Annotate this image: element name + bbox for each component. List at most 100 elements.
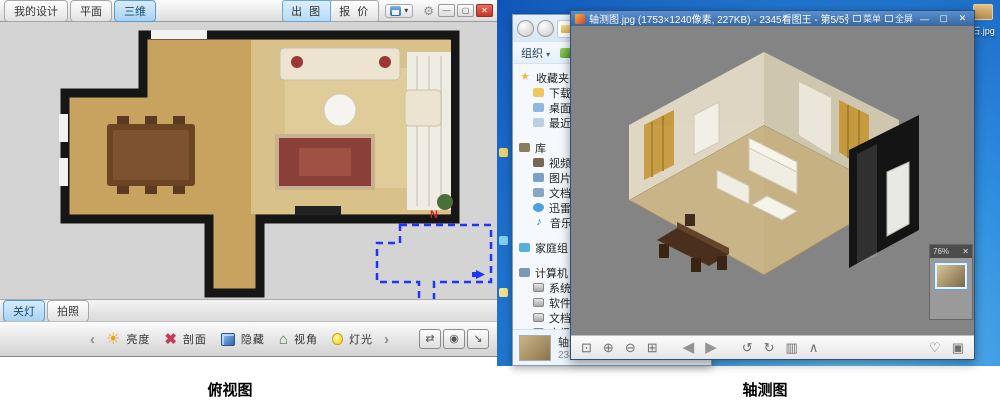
pictures-icon — [533, 173, 544, 182]
desktop-icon — [533, 103, 544, 112]
zoom-in-icon[interactable]: ⊕ — [603, 341, 614, 354]
recent-places-icon — [533, 118, 544, 127]
tab-my-design[interactable]: 我的设计 — [4, 0, 68, 22]
viewer-close-button[interactable]: ✕ — [955, 13, 970, 24]
zoom-out-icon[interactable]: ⊖ — [625, 341, 636, 354]
navigator-close-icon[interactable]: ✕ — [962, 247, 969, 256]
export-button[interactable]: 出 图 — [282, 0, 331, 22]
viewer-image-area[interactable]: 76% ✕ — [571, 26, 974, 337]
cube-icon — [221, 333, 235, 346]
caption-top-view: 俯视图 — [170, 379, 290, 400]
desktop-mini-icon[interactable] — [499, 148, 508, 157]
navigator-zoom-label: 76% — [933, 247, 949, 256]
previous-image-icon[interactable]: ◀ — [683, 340, 695, 355]
navigator-header: 76% ✕ — [930, 245, 972, 258]
save-button[interactable]: ▾ — [385, 4, 413, 18]
file-thumbnail — [519, 335, 551, 361]
view-angle-tool[interactable]: ⌂ 视角 — [279, 331, 318, 348]
organize-menu[interactable]: 组织 ▾ — [521, 45, 550, 61]
viewer-titlebar[interactable]: 轴测图.jpg (1753×1240像素, 227KB) - 2345看图王 -… — [571, 11, 974, 26]
design-app-tabbar: 我的设计 平面 三维 出 图 报 价 ▾ ⚙ — ▢ ✕ — [0, 0, 497, 22]
image-viewer-window: 轴测图.jpg (1753×1240像素, 227KB) - 2345看图王 -… — [570, 10, 975, 360]
next-image-icon[interactable]: ▶ — [705, 340, 717, 355]
tab-plan[interactable]: 平面 — [70, 0, 112, 22]
axonometric-room-render — [599, 30, 929, 330]
zoom-drag-button[interactable]: ↘ — [467, 329, 489, 349]
rotate-view-button[interactable]: ⇄ — [419, 329, 441, 349]
viewer-app-icon — [575, 14, 585, 24]
back-button[interactable] — [517, 20, 534, 37]
section-tool[interactable]: ✖ 剖面 — [164, 330, 207, 348]
homegroup-icon — [519, 243, 530, 252]
viewer-maximize-button[interactable]: ▢ — [936, 13, 951, 24]
fullscreen-button[interactable]: 全屏 — [885, 12, 913, 25]
actual-size-icon[interactable]: ⊞ — [647, 341, 658, 354]
hide-tool[interactable]: 隐藏 — [221, 331, 265, 347]
viewer-toolbar: ⊡ ⊕ ⊖ ⊞ ◀ ▶ ↺ ↻ ▥ ∧ ♡ ▣ — [571, 335, 974, 359]
thunder-icon — [533, 203, 544, 212]
collapse-toolbar-icon[interactable]: ∧ — [809, 341, 819, 354]
gear-icon[interactable]: ⚙ — [423, 4, 434, 18]
documents-icon — [533, 188, 544, 197]
sun-icon: ☀ — [106, 329, 120, 349]
pan-hand-button[interactable]: ◉ — [443, 329, 465, 349]
compass-north-label: N — [430, 209, 438, 221]
drive-icon — [533, 313, 544, 322]
floppy-icon — [390, 6, 401, 16]
brightness-label: 亮度 — [126, 331, 150, 347]
view-angle-label: 视角 — [294, 331, 318, 347]
render-mode-tabs: 关灯 拍照 — [0, 299, 497, 321]
bulb-icon — [332, 333, 343, 345]
toolbar-prev-icon[interactable]: ‹ — [90, 331, 95, 348]
navigator-panel: 76% ✕ — [929, 244, 973, 320]
fullscreen-icon — [885, 15, 893, 22]
libraries-icon — [519, 143, 530, 152]
window-controls: — ▢ ✕ — [438, 4, 493, 17]
music-note-icon: ♪ — [533, 218, 545, 227]
menu-icon — [853, 15, 861, 22]
viewport-buttons: ⇄ ◉ ↘ — [419, 329, 489, 349]
desktop-mini-icon[interactable] — [499, 236, 508, 245]
drive-icon — [533, 283, 544, 292]
red-x-icon: ✖ — [164, 330, 177, 348]
navigator-thumbnail[interactable] — [935, 263, 967, 289]
plan-outline-overlay: N S — [372, 208, 497, 299]
delete-image-icon[interactable]: ▥ — [786, 341, 798, 354]
bottom-toolbar: ‹ ☀ 亮度 ✖ 剖面 隐藏 ⌂ 视角 灯光 › ⇄ — [0, 321, 497, 356]
rotate-left-icon[interactable]: ↺ — [742, 341, 753, 354]
favorite-heart-icon[interactable]: ♡ — [929, 341, 941, 354]
desktop-mini-icon[interactable] — [499, 288, 508, 297]
maximize-button[interactable]: ▢ — [457, 4, 474, 17]
section-label: 剖面 — [183, 331, 207, 347]
viewer-minimize-button[interactable]: — — [917, 14, 932, 24]
brightness-tool[interactable]: ☀ 亮度 — [106, 329, 150, 349]
screenshot-root: 我的设计 平面 三维 出 图 报 价 ▾ ⚙ — ▢ ✕ — [0, 0, 1000, 403]
drive-icon — [533, 298, 544, 307]
design-canvas[interactable]: N S — [0, 22, 497, 299]
minimize-button[interactable]: — — [438, 4, 455, 17]
toolbar-next-icon[interactable]: › — [384, 331, 389, 348]
forward-button[interactable] — [537, 20, 554, 37]
videos-icon — [533, 158, 544, 167]
tab-snapshot[interactable]: 拍照 — [47, 300, 89, 322]
caption-axonometric-view: 轴测图 — [705, 379, 825, 400]
close-button[interactable]: ✕ — [476, 4, 493, 17]
menu-button[interactable]: 菜单 — [853, 12, 881, 25]
design-app-window: 我的设计 平面 三维 出 图 报 价 ▾ ⚙ — ▢ ✕ — [0, 0, 497, 357]
rotate-right-icon[interactable]: ↻ — [764, 341, 775, 354]
viewer-title: 轴测图.jpg (1753×1240像素, 227KB) - 2345看图王 -… — [589, 11, 849, 26]
star-icon: ★ — [519, 73, 531, 82]
lighting-label: 灯光 — [349, 331, 373, 347]
caret-down-icon: ▾ — [404, 6, 408, 15]
tab-3d[interactable]: 三维 — [114, 0, 156, 22]
computer-icon — [519, 268, 530, 277]
screenshot-camera-icon[interactable]: ▣ — [952, 341, 964, 354]
fit-window-icon[interactable]: ⊡ — [581, 341, 592, 354]
desktop-file-icon[interactable] — [973, 4, 993, 20]
quote-button[interactable]: 报 价 — [331, 0, 379, 22]
hide-label: 隐藏 — [241, 331, 265, 347]
house-icon: ⌂ — [279, 331, 288, 348]
tab-lights-off[interactable]: 关灯 — [3, 300, 45, 322]
downloads-icon — [533, 88, 544, 97]
lighting-tool[interactable]: 灯光 — [332, 331, 373, 347]
